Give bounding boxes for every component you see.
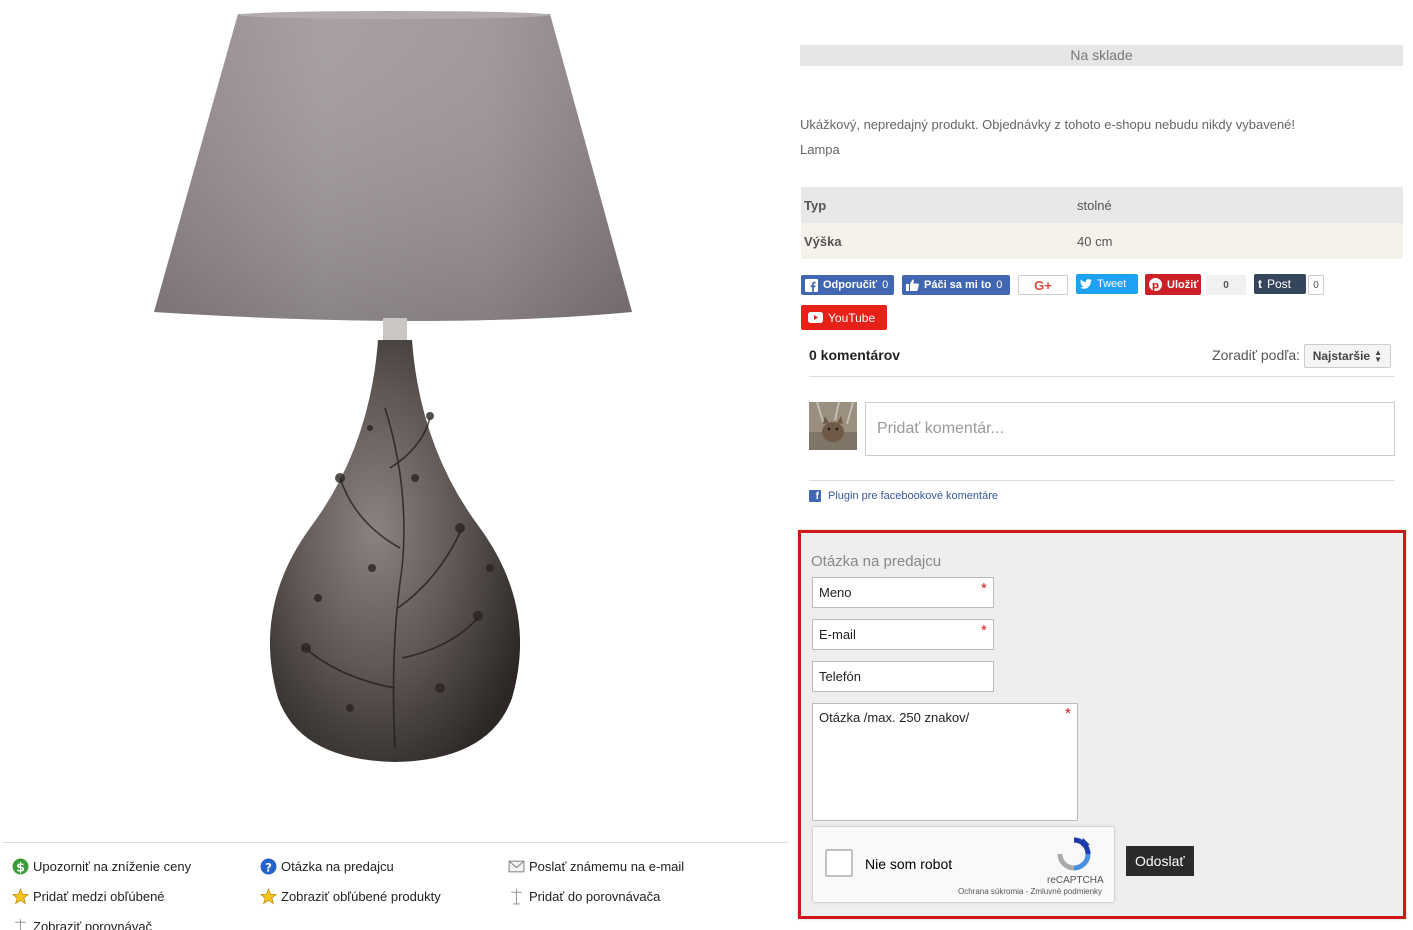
facebook-icon bbox=[805, 278, 818, 292]
svg-text:p: p bbox=[1152, 280, 1159, 291]
sort-select[interactable]: Najstaršie ▲ ▼ bbox=[1303, 344, 1391, 368]
facebook-like-label: Páči sa mi to bbox=[924, 279, 992, 291]
action-send-to-friend[interactable]: Poslať známemu na e-mail bbox=[499, 851, 747, 881]
google-plus-button[interactable]: G+ bbox=[1018, 275, 1068, 295]
sort-label: Zoradiť podľa: bbox=[1212, 347, 1300, 363]
sort-arrows-icon: ▲ ▼ bbox=[1374, 348, 1382, 364]
facebook-icon: f bbox=[809, 490, 821, 502]
thumbs-up-icon bbox=[906, 279, 919, 291]
tumblr-label: Post bbox=[1267, 277, 1292, 291]
tumblr-post-button[interactable]: t Post bbox=[1254, 274, 1306, 294]
description-category: Lampa bbox=[800, 142, 840, 157]
action-label: Otázka na predajcu bbox=[281, 858, 394, 874]
youtube-icon bbox=[808, 312, 823, 323]
action-ask-seller[interactable]: ? Otázka na predajcu bbox=[251, 851, 499, 881]
tweet-button[interactable]: Tweet bbox=[1076, 274, 1138, 294]
action-label: Zobraziť porovnávač bbox=[33, 918, 153, 930]
star-icon bbox=[256, 887, 280, 905]
svg-text:$: $ bbox=[16, 860, 25, 875]
pinterest-icon: p bbox=[1149, 278, 1162, 291]
tumblr-count: 0 bbox=[1308, 275, 1324, 295]
comments-count: 0 komentárov bbox=[809, 347, 901, 363]
action-add-favorite[interactable]: Pridať medzi obľúbené bbox=[3, 881, 251, 911]
action-label: Upozorniť na zníženie ceny bbox=[33, 858, 192, 874]
action-show-compare[interactable]: Zobraziť porovnávač bbox=[3, 911, 251, 930]
scales-icon bbox=[504, 887, 528, 905]
action-label: Pridať medzi obľúbené bbox=[33, 888, 165, 904]
tumblr-icon: t bbox=[1258, 277, 1262, 291]
stock-status: Na sklade bbox=[800, 45, 1403, 66]
name-field[interactable] bbox=[812, 577, 994, 608]
youtube-label: YouTube bbox=[828, 310, 876, 325]
action-show-favorites[interactable]: Zobraziť obľúbené produkty bbox=[251, 881, 499, 911]
parameters-table: Typ stolné Výška 40 cm bbox=[801, 187, 1403, 259]
table-row: Výška 40 cm bbox=[801, 223, 1403, 259]
recaptcha-logo-icon bbox=[1057, 837, 1091, 871]
star-icon bbox=[8, 887, 32, 905]
action-label: Poslať známemu na e-mail bbox=[529, 858, 685, 874]
google-plus-icon: G+ bbox=[1034, 277, 1052, 293]
twitter-icon bbox=[1080, 279, 1092, 289]
svg-text:?: ? bbox=[265, 860, 272, 874]
table-row: Typ stolné bbox=[801, 187, 1403, 223]
facebook-like-count: 0 bbox=[996, 279, 1003, 291]
envelope-icon bbox=[504, 857, 528, 875]
question-form: Otázka na predajcu * * * Nie som robot r… bbox=[798, 530, 1406, 919]
pinterest-count: 0 bbox=[1206, 275, 1246, 295]
youtube-button[interactable]: YouTube bbox=[801, 305, 887, 330]
question-form-title: Otázka na predajcu bbox=[811, 553, 942, 570]
email-field[interactable] bbox=[812, 619, 994, 650]
recaptcha-terms-link[interactable]: Ochrana súkromia - Zmluvné podmienky bbox=[958, 887, 1102, 896]
tweet-label: Tweet bbox=[1097, 278, 1127, 290]
description-note: Ukážkový, nepredajný produkt. Objednávky… bbox=[800, 117, 1296, 132]
plugin-label: Plugin pre facebookové komentáre bbox=[828, 490, 998, 502]
comments-header: 0 komentárov Zoradiť podľa: Najstaršie ▲… bbox=[809, 344, 1395, 377]
phone-field[interactable] bbox=[812, 661, 994, 692]
question-icon: ? bbox=[256, 857, 280, 875]
recaptcha-checkbox[interactable] bbox=[825, 849, 853, 877]
facebook-comments-plugin-link[interactable]: f Plugin pre facebookové komentáre bbox=[809, 480, 1395, 502]
comment-input[interactable] bbox=[865, 402, 1395, 456]
required-mark: * bbox=[1065, 705, 1071, 722]
recaptcha-widget: Nie som robot reCAPTCHA Ochrana súkromia… bbox=[812, 826, 1115, 903]
recaptcha-label: Nie som robot bbox=[865, 856, 953, 872]
facebook-recommend-button[interactable]: Odporučiť 0 bbox=[801, 275, 894, 295]
product-description: Ukážkový, nepredajný produkt. Objednávky… bbox=[800, 112, 1295, 162]
dollar-icon: $ bbox=[8, 857, 32, 875]
facebook-recommend-label: Odporučiť bbox=[823, 279, 878, 291]
product-actions: $ Upozorniť na zníženie ceny ? Otázka na… bbox=[3, 842, 788, 930]
pinterest-label: Uložiť bbox=[1167, 278, 1199, 291]
required-mark: * bbox=[981, 622, 987, 639]
param-name: Výška bbox=[804, 233, 842, 249]
recaptcha-brand: reCAPTCHA bbox=[1047, 875, 1104, 886]
required-mark: * bbox=[981, 580, 987, 597]
scales-icon bbox=[8, 917, 32, 930]
action-label: Pridať do porovnávača bbox=[529, 888, 661, 904]
product-image[interactable] bbox=[140, 8, 650, 778]
avatar bbox=[809, 402, 857, 450]
param-value: stolné bbox=[1077, 197, 1112, 213]
action-label: Zobraziť obľúbené produkty bbox=[281, 888, 441, 904]
param-value: 40 cm bbox=[1077, 233, 1113, 249]
action-add-compare[interactable]: Pridať do porovnávača bbox=[499, 881, 747, 911]
action-price-alert[interactable]: $ Upozorniť na zníženie ceny bbox=[3, 851, 251, 881]
sort-value: Najstaršie bbox=[1312, 349, 1371, 363]
pinterest-save-button[interactable]: p Uložiť bbox=[1145, 274, 1201, 295]
message-field[interactable] bbox=[812, 703, 1078, 821]
param-name: Typ bbox=[804, 197, 827, 213]
facebook-recommend-count: 0 bbox=[882, 279, 889, 291]
submit-button[interactable]: Odoslať bbox=[1126, 846, 1194, 876]
facebook-like-button[interactable]: Páči sa mi to 0 bbox=[902, 275, 1010, 295]
